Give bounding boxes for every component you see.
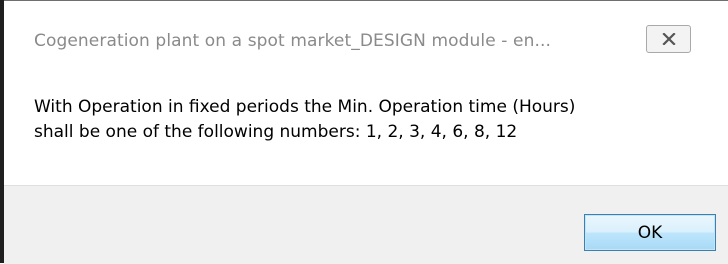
dialog-message-line-1: With Operation in fixed periods the Min.… bbox=[34, 97, 576, 117]
close-icon bbox=[661, 33, 676, 45]
dialog-message-line-2: shall be one of the following numbers: 1… bbox=[34, 122, 518, 142]
close-button[interactable] bbox=[646, 25, 691, 53]
dialog-title: Cogeneration plant on a spot market_DESI… bbox=[34, 31, 551, 51]
dialog-titlebar[interactable]: Cogeneration plant on a spot market_DESI… bbox=[4, 1, 728, 73]
message-dialog: Cogeneration plant on a spot market_DESI… bbox=[4, 0, 728, 264]
ok-button[interactable]: OK bbox=[584, 214, 716, 251]
dialog-message-area: With Operation in fixed periods the Min.… bbox=[4, 73, 728, 185]
dialog-button-bar: OK bbox=[4, 185, 728, 264]
